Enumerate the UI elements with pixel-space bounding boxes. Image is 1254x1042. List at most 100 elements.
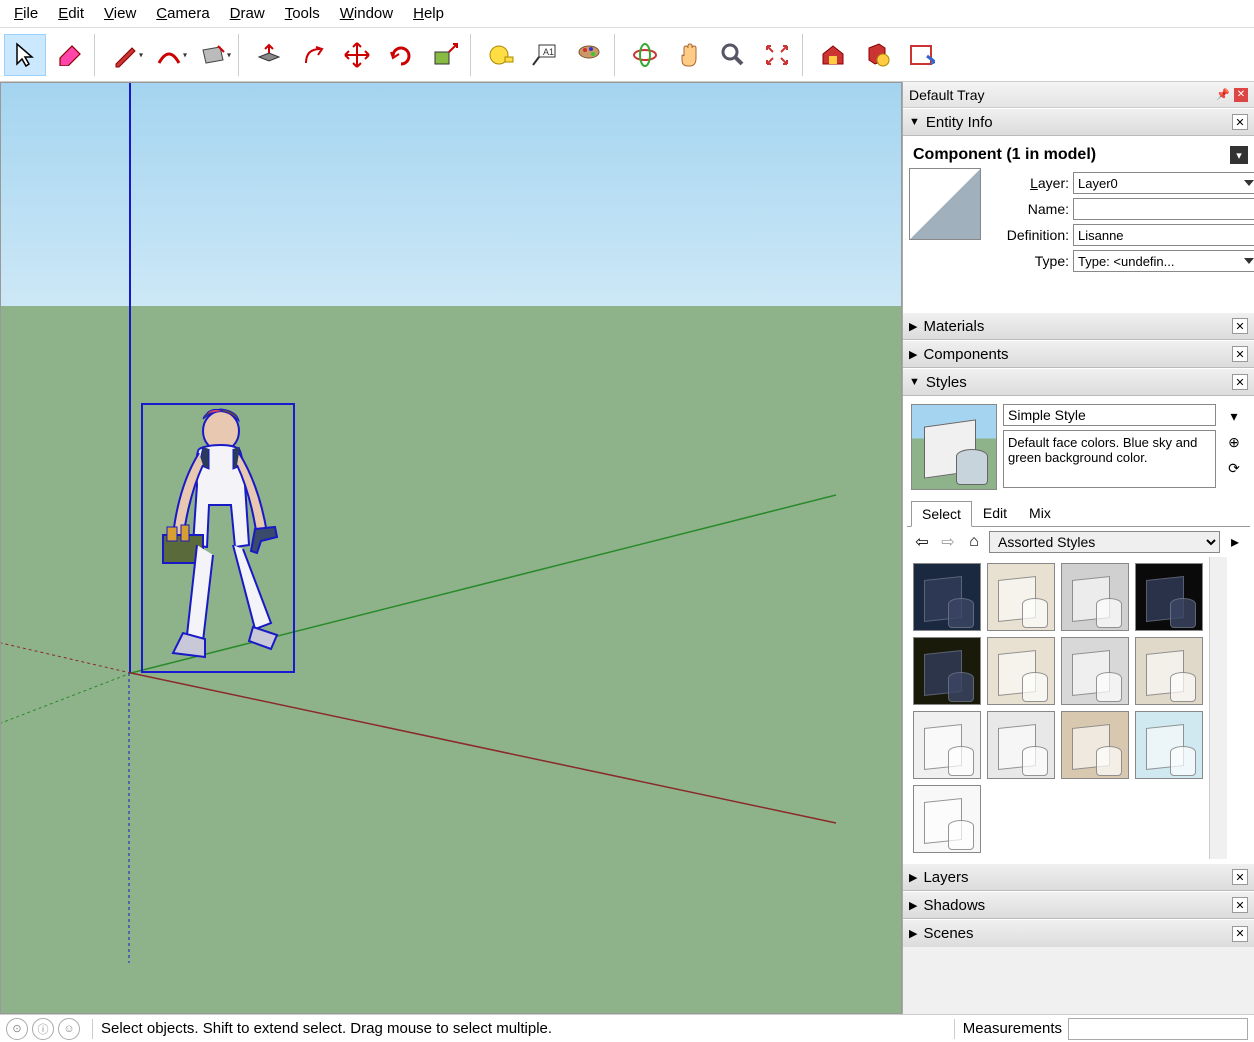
menu-tools[interactable]: Tools [275,1,330,26]
menu-window[interactable]: Window [330,1,403,26]
style-item[interactable] [987,637,1055,705]
credits-icon[interactable]: ⓘ [32,1018,54,1040]
style-thumbnail[interactable] [911,404,997,490]
tray-title: Default Tray [909,87,1216,103]
chevron-right-icon: ▶ [909,899,917,912]
chevron-right-icon: ▶ [909,871,917,884]
style-item[interactable] [1135,637,1203,705]
select-tool[interactable] [4,34,46,76]
style-item[interactable] [913,711,981,779]
definition-input[interactable] [1073,224,1254,246]
move-tool[interactable] [336,34,378,76]
tab-edit[interactable]: Edit [972,500,1018,526]
close-icon[interactable]: ✕ [1234,88,1248,102]
details-icon[interactable]: ▸ [1224,531,1246,553]
style-item[interactable] [913,637,981,705]
collection-select[interactable]: Assorted Styles [989,531,1220,553]
measurements-input[interactable] [1068,1018,1248,1040]
tab-select[interactable]: Select [911,501,972,527]
zoom-tool[interactable] [712,34,754,76]
nav-back-icon[interactable]: ⇦ [911,531,933,553]
style-tabs: Select Edit Mix [907,500,1250,527]
type-select[interactable]: Type: <undefin... [1073,250,1254,272]
zoom-extents-tool[interactable] [756,34,798,76]
panel-close-icon[interactable]: ✕ [1232,374,1248,390]
style-item[interactable] [1135,563,1203,631]
style-refresh-icon[interactable]: ⟳ [1224,458,1244,478]
viewport-3d[interactable] [0,82,902,1014]
paint-tool[interactable] [568,34,610,76]
measurements-label: Measurements [963,1020,1062,1037]
eraser-tool[interactable] [48,34,90,76]
scale-tool[interactable] [424,34,466,76]
material-swatch[interactable] [909,168,981,240]
menu-view[interactable]: View [94,1,146,26]
text-tool[interactable]: A1 [524,34,566,76]
name-input[interactable] [1073,198,1254,220]
svg-text:A1: A1 [543,47,554,57]
pin-icon[interactable]: 📌 [1216,88,1230,101]
home-icon[interactable]: ⌂ [963,531,985,553]
style-item[interactable] [1061,637,1129,705]
menu-draw[interactable]: Draw [220,1,275,26]
panel-scenes[interactable]: ▶ Scenes ✕ [903,919,1254,947]
layer-select[interactable]: Layer0 [1073,172,1254,194]
panel-layers[interactable]: ▶ Layers ✕ [903,863,1254,891]
rotate-tool[interactable] [380,34,422,76]
arc-tool[interactable]: ▾ [148,34,190,76]
menu-file[interactable]: File [4,1,48,26]
panel-styles[interactable]: ▼ Styles ✕ [903,368,1254,396]
axes [1,83,901,1013]
pan-tool[interactable] [668,34,710,76]
default-tray: Default Tray 📌 ✕ ▼ Entity Info ✕ Compone… [902,82,1254,1014]
menu-bar: File Edit View Camera Draw Tools Window … [0,0,1254,28]
panel-close-icon[interactable]: ✕ [1232,318,1248,334]
details-toggle[interactable]: ▾ [1230,146,1248,164]
panel-shadows[interactable]: ▶ Shadows ✕ [903,891,1254,919]
style-item[interactable] [987,563,1055,631]
style-update-icon[interactable]: ▾ [1224,406,1244,426]
panel-close-icon[interactable]: ✕ [1232,114,1248,130]
name-label: Name: [991,201,1069,217]
geo-icon[interactable]: ⊙ [6,1018,28,1040]
toolbar: ▾ ▾ ▾ A1 [0,28,1254,82]
style-description: Default face colors. Blue sky and green … [1003,430,1216,488]
extension-tool[interactable] [856,34,898,76]
definition-label: Definition: [991,227,1069,243]
panel-components[interactable]: ▶ Components ✕ [903,340,1254,368]
tape-tool[interactable] [480,34,522,76]
panel-materials[interactable]: ▶ Materials ✕ [903,312,1254,340]
panel-close-icon[interactable]: ✕ [1232,869,1248,885]
style-name-input[interactable] [1003,404,1216,426]
offset-tool[interactable] [292,34,334,76]
profile-icon[interactable]: ☺ [58,1018,80,1040]
nav-forward-icon[interactable]: ⇨ [937,531,959,553]
rectangle-tool[interactable]: ▾ [192,34,234,76]
panel-close-icon[interactable]: ✕ [1232,346,1248,362]
pushpull-tool[interactable] [248,34,290,76]
menu-camera[interactable]: Camera [146,1,219,26]
style-item[interactable] [987,711,1055,779]
menu-edit[interactable]: Edit [48,1,94,26]
scrollbar[interactable] [1209,557,1227,859]
panel-close-icon[interactable]: ✕ [1232,926,1248,942]
selected-component[interactable] [141,403,295,673]
layout-tool[interactable] [900,34,942,76]
style-create-icon[interactable]: ⊕ [1224,432,1244,452]
style-item[interactable] [913,785,981,853]
style-item[interactable] [1061,711,1129,779]
style-grid [907,557,1209,859]
style-item[interactable] [1061,563,1129,631]
panel-entity-info[interactable]: ▼ Entity Info ✕ [903,108,1254,136]
pencil-tool[interactable]: ▾ [104,34,146,76]
orbit-tool[interactable] [624,34,666,76]
style-item[interactable] [1135,711,1203,779]
chevron-down-icon: ▼ [909,116,920,128]
tab-mix[interactable]: Mix [1018,500,1062,526]
panel-close-icon[interactable]: ✕ [1232,897,1248,913]
menu-help[interactable]: Help [403,1,454,26]
tray-title-bar[interactable]: Default Tray 📌 ✕ [903,82,1254,108]
chevron-right-icon: ▶ [909,320,917,333]
warehouse-tool[interactable] [812,34,854,76]
style-item[interactable] [913,563,981,631]
